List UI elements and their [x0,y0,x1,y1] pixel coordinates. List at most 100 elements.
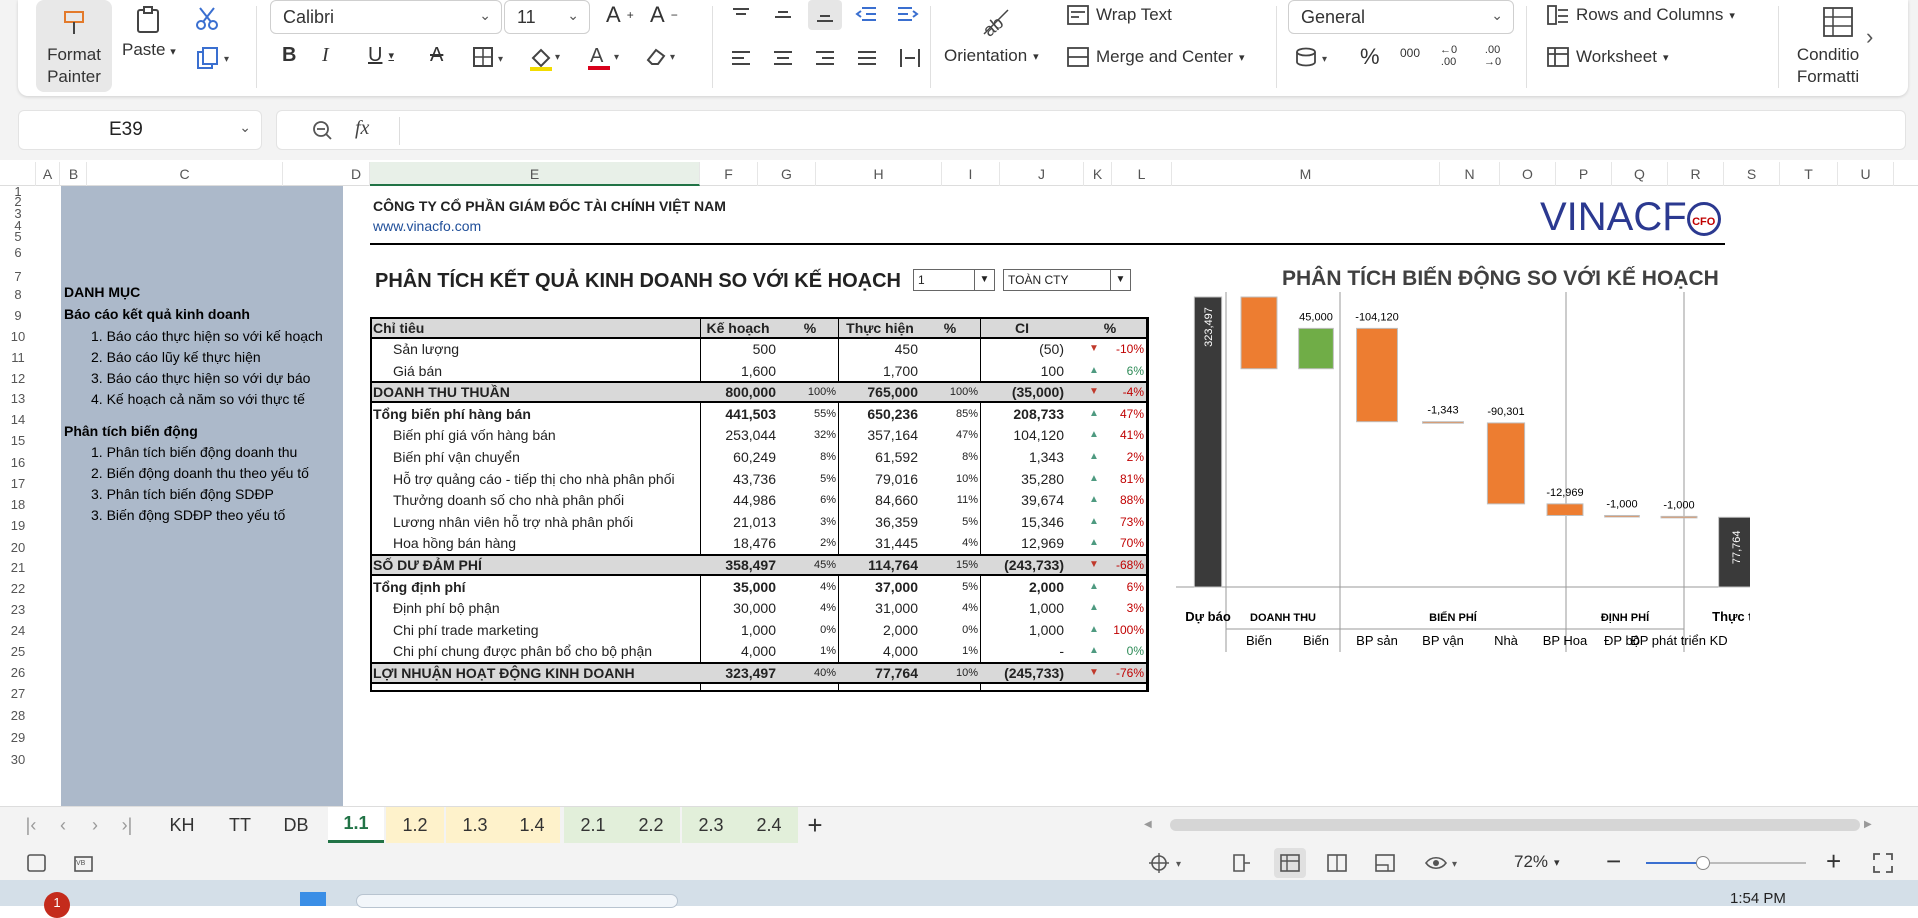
last-sheet-icon[interactable]: ›| [114,807,140,843]
increase-indent-icon[interactable] [896,4,920,26]
row-header[interactable]: 6 [0,243,36,263]
column-header[interactable]: T [1780,162,1838,186]
sheet-tab[interactable]: TT [212,807,268,843]
paste-button[interactable]: Paste ▾ [122,6,176,60]
row-header[interactable]: 23 [0,600,36,620]
horizontal-scrollbar[interactable] [1170,819,1860,831]
row-header[interactable]: 7 [0,267,36,287]
font-size-select[interactable]: 11 ⌄ [504,0,590,34]
orientation-icon[interactable]: ab [978,4,1012,38]
merge-center-button[interactable]: Merge and Center ▾ [1066,46,1245,68]
strikethrough-icon[interactable]: A [430,44,443,67]
windows-icon[interactable] [300,892,326,906]
column-header[interactable]: K [1084,162,1112,186]
eye-icon[interactable]: ▾ [1424,852,1464,874]
period-select[interactable]: 1 ▼ [913,269,995,291]
percent-icon[interactable]: % [1360,44,1380,70]
fx-icon[interactable]: fx [355,117,369,140]
row-header[interactable]: 28 [0,706,36,726]
row-header[interactable]: 11 [0,348,36,368]
thousands-icon[interactable]: 000 [1400,46,1420,60]
column-header[interactable]: I [942,162,1000,186]
column-header[interactable]: N [1440,162,1500,186]
row-header[interactable]: 27 [0,684,36,704]
align-top-icon[interactable] [730,4,752,26]
column-header[interactable]: L [1112,162,1172,186]
row-header[interactable]: 10 [0,327,36,347]
align-bottom-icon[interactable] [808,0,842,30]
zoom-slider-thumb[interactable] [1696,856,1710,870]
add-sheet-icon[interactable]: + [800,807,830,843]
page-layout-icon[interactable] [1326,852,1348,874]
row-header[interactable]: 16 [0,453,36,473]
sheet-tab[interactable]: 1.1 [328,807,384,843]
italic-icon[interactable]: I [322,44,329,67]
column-header[interactable]: J [1000,162,1084,186]
cut-icon[interactable] [194,6,220,32]
sheet-tab[interactable]: 2.3 [682,807,740,843]
format-painter-button[interactable]: Format Painter [36,0,112,92]
scope-select[interactable]: TOÀN CTY ▼ [1003,269,1131,291]
sidebar-item-report-4[interactable]: 4. Kế hoạch cả năm so với thực tế [91,391,305,407]
sidebar-item-analysis-4[interactable]: 3. Biến động SDĐP theo yếu tố [91,507,285,523]
row-header[interactable]: 17 [0,474,36,494]
sheet-tab[interactable]: 2.1 [564,807,622,843]
sidebar-section-analysis[interactable]: Phân tích biến động [64,423,198,439]
scroll-right-icon[interactable]: ▶ [1864,819,1874,831]
decrease-indent-icon[interactable] [854,4,878,26]
column-header[interactable]: B [61,162,87,186]
row-header[interactable]: 14 [0,410,36,430]
font-color-icon[interactable]: A ▾ [586,42,622,72]
column-header[interactable]: O [1500,162,1556,186]
column-header[interactable]: A [36,162,60,186]
move-icon[interactable]: ▾ [1148,852,1188,874]
prev-sheet-icon[interactable]: ‹ [50,807,76,843]
column-header[interactable]: F [700,162,758,186]
first-sheet-icon[interactable]: |‹ [18,807,44,843]
sheet-tab[interactable]: 1.2 [386,807,444,843]
clear-format-icon[interactable]: ▾ [644,44,680,68]
website-link[interactable]: www.vinacfo.com [373,216,481,236]
increase-font-icon[interactable]: A + [606,2,634,28]
number-format-select[interactable]: General ⌄ [1288,0,1514,34]
column-header[interactable]: H [816,162,942,186]
column-header[interactable]: R [1668,162,1724,186]
sheet-tab[interactable]: 1.3 [446,807,504,843]
page-break-icon[interactable] [1374,852,1396,874]
currency-icon[interactable]: ▾ [1294,46,1334,70]
align-middle-icon[interactable] [772,4,794,26]
sidebar-item-report-2[interactable]: 2. Báo cáo lũy kế thực hiện [91,349,261,365]
freeze-icon[interactable] [1230,852,1252,874]
align-left-icon[interactable] [730,48,752,70]
row-header[interactable]: 13 [0,389,36,409]
row-header[interactable]: 15 [0,431,36,451]
sheet-tab[interactable]: KH [154,807,210,843]
underline-icon[interactable]: U ▾ [368,44,394,67]
bold-icon[interactable]: B [282,44,296,67]
conditional-format-label[interactable]: Conditio Formatti [1794,44,1862,88]
rows-columns-button[interactable]: Rows and Columns ▾ [1546,4,1735,26]
align-right-icon[interactable] [814,48,836,70]
row-header[interactable]: 26 [0,663,36,683]
font-name-select[interactable]: Calibri ⌄ [270,0,502,34]
row-header[interactable]: 12 [0,369,36,389]
column-header[interactable]: Q [1612,162,1668,186]
row-header[interactable]: 24 [0,621,36,641]
sidebar-section-report[interactable]: Báo cáo kết quả kinh doanh [64,306,250,322]
name-box[interactable]: E39 ⌄ [18,110,262,150]
column-header[interactable]: P [1556,162,1612,186]
zoom-level[interactable]: 72% ▾ [1514,852,1560,872]
sheet-tab[interactable]: 2.2 [622,807,680,843]
status-box-icon[interactable] [26,852,48,874]
row-header[interactable]: 22 [0,579,36,599]
sidebar-item-report-3[interactable]: 3. Báo cáo thực hiện so với dự báo [91,370,310,386]
row-header[interactable]: 25 [0,642,36,662]
sidebar-item-analysis-1[interactable]: 1. Phân tích biến động doanh thu [91,444,297,460]
orientation-button[interactable]: Orientation ▾ [944,46,1039,66]
column-header[interactable]: E [370,162,700,186]
row-header[interactable]: 19 [0,516,36,536]
sidebar-item-analysis-2[interactable]: 2. Biến động doanh thu theo yếu tố [91,465,309,481]
column-header[interactable]: D [343,162,370,186]
sheet-tab[interactable]: DB [268,807,324,843]
sheet-tab[interactable]: 2.4 [740,807,798,843]
